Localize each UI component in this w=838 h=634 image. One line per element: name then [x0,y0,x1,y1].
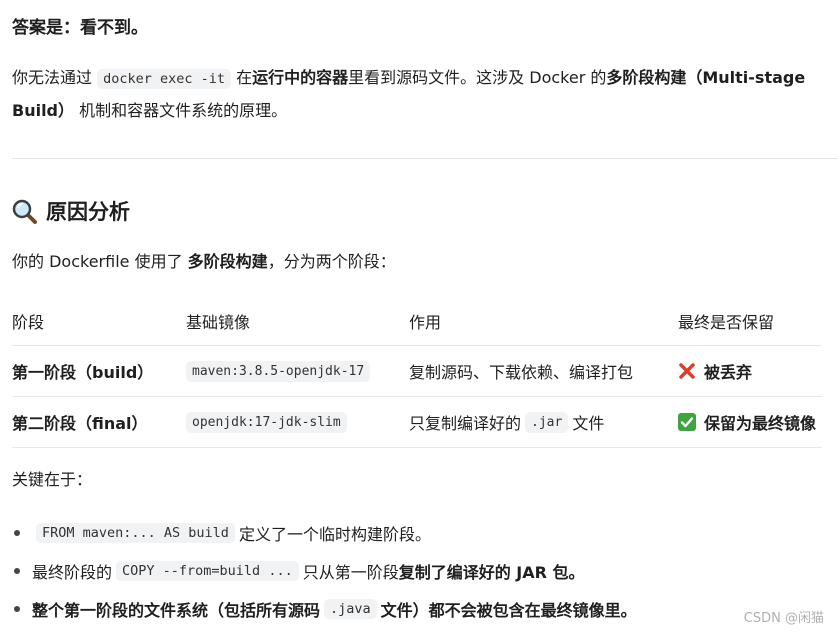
list-item: 最终阶段的 COPY --from=build ... 只从第一阶段 复制了编译好… [12,552,832,590]
status-cell: 被丢弃 [678,346,752,396]
bullet-dot [14,530,20,536]
role-text: 文件 [572,414,605,433]
desc-bold: 多阶段构建 [187,252,268,271]
bullet-dot [14,606,20,612]
table-row: 第一阶段（build） maven:3.8.5-openjdk-17 复制源码、… [12,346,822,397]
stage-name: 第二阶段（final） [12,414,148,433]
status-cell: 保留为最终镜像 [678,397,816,447]
section-title: 原因分析 [46,200,130,224]
base-image-code: openjdk:17-jdk-slim [186,411,347,433]
bullet-text: 最终阶段的 [32,563,113,582]
table-row: 第二阶段（final） openjdk:17-jdk-slim 只复制编译好的 … [12,397,822,448]
intro-text: 里看到源码文件。这涉及 Docker 的 [348,68,607,87]
status-text: 被丢弃 [704,363,753,382]
intro-text: 在 [236,68,253,87]
intro-paragraph: 你无法通过 docker exec -it 在运行中的容器里看到源码文件。这涉及… [12,62,827,126]
intro-text: 你无法通过 [12,68,93,87]
key-intro: 关键在于： [12,470,93,489]
stages-table: 阶段 基础镜像 作用 最终是否保留 第一阶段（build） maven:3.8.… [12,297,822,448]
role-cell: 只复制编译好的 .jar 文件 [409,397,604,447]
check-mark-icon [678,413,696,431]
description-paragraph: 你的 Dockerfile 使用了 多阶段构建，分为两个阶段： [12,248,396,276]
stage-name: 第一阶段（build） [12,363,154,382]
inline-code: FROM maven:... AS build [36,523,235,543]
intro-bold: 运行中的容器 [252,68,349,87]
role-text: 复制源码、下载依赖、编译打包 [409,363,634,382]
bullet-bold: 文件）都不会被包含在最终镜像里。 [380,601,637,620]
bullet-dot [14,568,20,574]
inline-code: COPY --from=build ... [116,561,299,581]
desc-text: ，分为两个阶段： [267,252,396,271]
section-heading: 原因分析 [12,196,130,228]
role-code: .jar [525,411,569,433]
bullet-bold: 复制了编译好的 JAR 包。 [398,563,585,582]
header-base-image: 基础镜像 [186,313,251,332]
role-text: 只复制编译好的 [409,414,522,433]
table-header-row: 阶段 基础镜像 作用 最终是否保留 [12,297,822,346]
role-cell: 复制源码、下载依赖、编译打包 [409,346,633,396]
base-image-cell: openjdk:17-jdk-slim [186,397,347,447]
bullet-bold: 整个第一阶段的文件系统（包括所有源码 [32,601,321,620]
base-image-code: maven:3.8.5-openjdk-17 [186,360,371,382]
answer-heading: 答案是：看不到。 [12,18,148,38]
inline-code-docker-exec: docker exec -it [97,69,232,89]
desc-text: 你的 Dockerfile 使用了 [12,252,183,271]
header-role: 作用 [409,313,442,332]
list-item: FROM maven:... AS build 定义了一个临时构建阶段。 [12,514,832,552]
magnifier-icon [12,199,38,225]
status-text: 保留为最终镜像 [704,414,817,433]
bullet-text: 定义了一个临时构建阶段。 [238,525,431,544]
header-kept: 最终是否保留 [678,313,775,332]
inline-code: .java [324,599,377,619]
intro-text: 机制和容器文件系统的原理。 [79,101,288,120]
header-stage: 阶段 [12,313,45,332]
cross-mark-icon [678,362,696,380]
bullet-list: FROM maven:... AS build 定义了一个临时构建阶段。 最终阶… [12,514,832,628]
base-image-cell: maven:3.8.5-openjdk-17 [186,346,371,396]
list-item: 整个第一阶段的文件系统（包括所有源码 .java 文件）都不会被包含在最终镜像里… [12,590,832,628]
section-divider [12,158,838,159]
watermark: CSDN @闲猫 [743,611,824,626]
bullet-text: 只从第一阶段 [302,563,399,582]
